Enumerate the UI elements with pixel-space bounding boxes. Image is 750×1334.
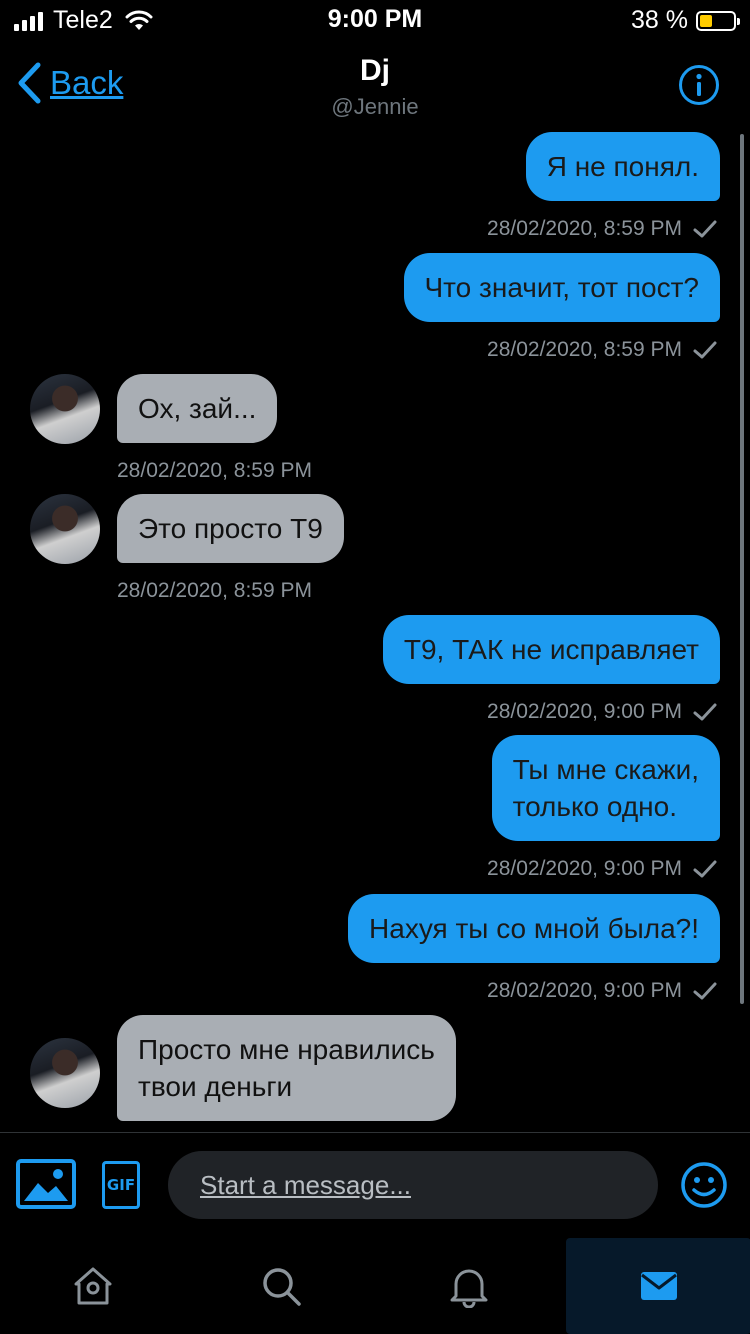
timestamp-text: 28/02/2020, 8:59 PM <box>487 217 682 240</box>
incoming-message-bubble[interactable]: Просто мне нравились твои деньги <box>117 1015 456 1121</box>
message-row: Ох, зай... <box>117 374 278 443</box>
avatar[interactable] <box>30 494 100 564</box>
outgoing-message-bubble[interactable]: Нахуя ты со мной была?! <box>348 894 720 963</box>
checkmark-icon <box>692 859 718 879</box>
message-timestamp: 28/02/2020, 9:00 PM <box>487 857 718 881</box>
tab-messages[interactable] <box>566 1238 750 1334</box>
message-timestamp: 28/02/2020, 8:59 PM <box>117 579 312 603</box>
message-list[interactable]: Я не понял. 28/02/2020, 8:59 PM Что значит… <box>0 128 750 1126</box>
image-icon[interactable] <box>16 1159 76 1209</box>
tab-home[interactable] <box>0 1238 185 1334</box>
user-handle: @Jennie <box>331 94 419 119</box>
bottom-tab-bar <box>0 1238 750 1334</box>
tab-search[interactable] <box>188 1238 373 1334</box>
timestamp-text: 28/02/2020, 9:00 PM <box>487 857 682 880</box>
conversation-title: Dj <box>360 54 390 87</box>
message-row: Ты мне скажи, только одно. <box>491 735 720 841</box>
timestamp-text: 28/02/2020, 8:59 PM <box>117 579 312 602</box>
message-timestamp: 28/02/2020, 8:59 PM <box>487 338 718 362</box>
checkmark-icon <box>692 219 718 239</box>
outgoing-message-bubble[interactable]: Ты мне скажи, только одно. <box>491 735 720 841</box>
battery-level-fill <box>700 14 712 27</box>
dm-screen: Tele2 9:00 PM 38 % Back Dj @Jennie Я не … <box>0 0 750 1334</box>
emoji-icon[interactable] <box>680 1161 728 1209</box>
timestamp-text: 28/02/2020, 8:59 PM <box>117 459 312 482</box>
outgoing-message-bubble[interactable]: Я не понял. <box>525 132 720 201</box>
bell-icon <box>450 1269 487 1308</box>
checkmark-icon <box>692 702 718 722</box>
outgoing-message-bubble[interactable]: Т9, ТАК не исправляет <box>382 615 720 684</box>
conversation-header: Back Dj @Jennie <box>0 44 750 124</box>
message-input[interactable] <box>168 1151 658 1219</box>
avatar[interactable] <box>30 1038 100 1108</box>
home-icon <box>74 1267 111 1305</box>
message-timestamp: 28/02/2020, 9:00 PM <box>487 979 718 1003</box>
outgoing-message-bubble[interactable]: Что значит, тот пост? <box>403 253 720 322</box>
incoming-message-bubble[interactable]: Ох, зай... <box>117 374 278 443</box>
message-row: Т9, ТАК не исправляет <box>382 615 720 684</box>
timestamp-text: 28/02/2020, 9:00 PM <box>487 700 682 723</box>
timestamp-text: 28/02/2020, 8:59 PM <box>487 338 682 361</box>
message-row: Это просто Т9 <box>117 494 344 563</box>
message-composer: GIF <box>0 1132 750 1237</box>
battery-icon <box>696 10 740 31</box>
message-timestamp: 28/02/2020, 8:59 PM <box>487 217 718 241</box>
message-row: Я не понял. <box>525 132 720 201</box>
timestamp-text: 28/02/2020, 9:00 PM <box>487 979 682 1002</box>
checkmark-icon <box>692 340 718 360</box>
battery-percent: 38 % <box>631 6 688 34</box>
checkmark-icon <box>692 981 718 1001</box>
tab-notifications[interactable] <box>376 1238 561 1334</box>
message-timestamp: 28/02/2020, 9:00 PM <box>487 700 718 724</box>
incoming-message-bubble[interactable]: Это просто Т9 <box>117 494 344 563</box>
info-icon[interactable] <box>678 64 720 106</box>
status-bar: Tele2 9:00 PM 38 % <box>0 0 750 40</box>
message-row: Что значит, тот пост? <box>403 253 720 322</box>
avatar[interactable] <box>30 374 100 444</box>
message-timestamp: 28/02/2020, 8:59 PM <box>117 459 312 483</box>
message-row: Просто мне нравились твои деньги <box>117 1015 456 1121</box>
mail-icon <box>640 1272 677 1300</box>
message-row: Нахуя ты со мной была?! <box>348 894 720 963</box>
gif-icon[interactable]: GIF <box>102 1161 140 1209</box>
search-icon <box>262 1268 301 1306</box>
scrollbar[interactable] <box>740 134 744 1004</box>
gif-label: GIF <box>106 1176 136 1194</box>
